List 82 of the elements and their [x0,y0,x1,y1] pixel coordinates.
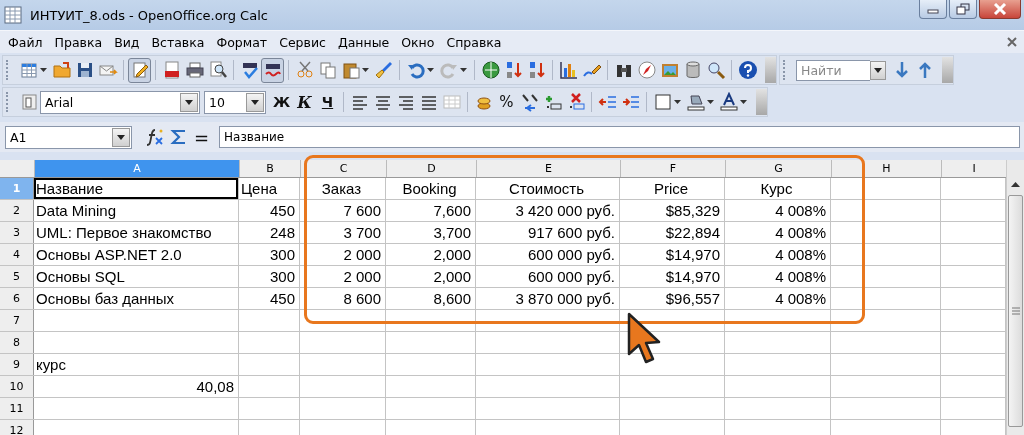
table-cell: 2 000 [343,245,381,264]
row-header[interactable]: 12 [0,420,34,435]
table-cell: 2 000 [343,267,381,286]
table-cell: 2,000 [433,267,471,286]
table-cell: 4 008% [775,201,826,220]
column-header[interactable]: E [477,160,621,177]
font-size-field[interactable]: 10 [204,90,266,114]
table-cell: 7 600 [343,201,381,220]
menu-item[interactable]: Сервис [273,34,332,50]
table-cell: Заказ [321,179,362,198]
table-cell: 3 420 000 руб. [515,201,615,220]
row-header[interactable]: 5 [0,266,34,287]
table-cell: 917 600 руб. [528,223,615,242]
table-cell: Booking [402,179,457,198]
table-cell: 7,600 [433,201,471,220]
menu-item[interactable]: Файл [2,34,49,50]
table-cell: 450 [269,289,295,308]
table-cell: UML: Первое знакомство [36,223,212,242]
table-cell: Стоимость [508,179,585,198]
menu-item[interactable]: Данные [331,34,396,50]
table-cell: $14,970 [665,267,720,286]
menu-item[interactable]: Вид [108,34,146,50]
table-cell: курс [36,355,66,374]
menu-item[interactable]: Формат [210,34,274,50]
menu-item[interactable]: Вставка [145,34,211,50]
row-header[interactable]: 2 [0,200,34,221]
font-name-field[interactable]: Arial [40,90,200,114]
table-cell: Price [653,179,689,198]
column-header[interactable]: C [301,160,387,177]
row-header[interactable]: 4 [0,244,34,265]
table-cell: 4 008% [775,245,826,264]
column-header[interactable]: H [832,160,942,177]
menu-item[interactable]: Окно [395,34,441,50]
table-cell: 40,08 [196,377,234,396]
column-header[interactable]: F [621,160,726,177]
row-header[interactable]: 7 [0,310,34,331]
column-header[interactable]: D [387,160,477,177]
table-cell: 300 [269,245,295,264]
window-title: ИНТУИТ_8.ods - OpenOffice.org Calc [30,7,268,23]
table-cell: 600 000 руб. [528,245,615,264]
table-cell: Основы SQL [36,267,125,286]
find-field[interactable]: Найти [796,59,870,81]
table-cell: $85,329 [665,201,720,220]
table-cell: 600 000 руб. [528,267,615,286]
formula-input[interactable]: Название [219,126,1020,148]
table-cell: Название [36,179,104,198]
table-cell: Цена [241,179,278,198]
table-cell: 4 008% [775,267,826,286]
underline-button[interactable]: Ч [316,89,339,115]
row-header[interactable]: 3 [0,222,34,243]
table-cell: Основы баз данных [36,289,175,308]
table-cell: 3 700 [343,223,381,242]
menu-item[interactable]: Правка [48,34,109,50]
equals-button[interactable]: = [190,124,213,150]
column-header[interactable]: B [240,160,301,177]
menu-item[interactable]: Справка [440,34,508,50]
table-cell: Курс [760,179,793,198]
table-cell: 4 008% [775,223,826,242]
table-cell: $14,970 [665,245,720,264]
table-cell: 450 [269,201,295,220]
table-cell: 3 870 000 руб. [515,289,615,308]
row-header[interactable]: 11 [0,398,34,419]
table-cell: 8 600 [343,289,381,308]
table-cell: 248 [269,223,295,242]
row-header[interactable]: 9 [0,354,34,375]
table-cell: Основы ASP.NET 2.0 [36,245,182,264]
table-cell: Data Mining [36,201,117,220]
name-box[interactable]: A1 [5,125,132,149]
table-cell: $96,557 [665,289,720,308]
table-cell: 3,700 [433,223,471,242]
row-header[interactable]: 10 [0,376,34,397]
bold-button[interactable]: Ж [270,89,293,115]
table-cell: 4 008% [775,289,826,308]
table-cell: $22,894 [665,223,720,242]
column-header[interactable]: G [726,160,832,177]
table-cell: 300 [269,267,295,286]
table-cell: 8,600 [433,289,471,308]
percent-button[interactable]: % [495,89,518,115]
row-header[interactable]: 6 [0,288,34,309]
row-header[interactable]: 8 [0,332,34,353]
italic-button[interactable]: К [293,89,316,115]
table-cell: 2,000 [433,245,471,264]
